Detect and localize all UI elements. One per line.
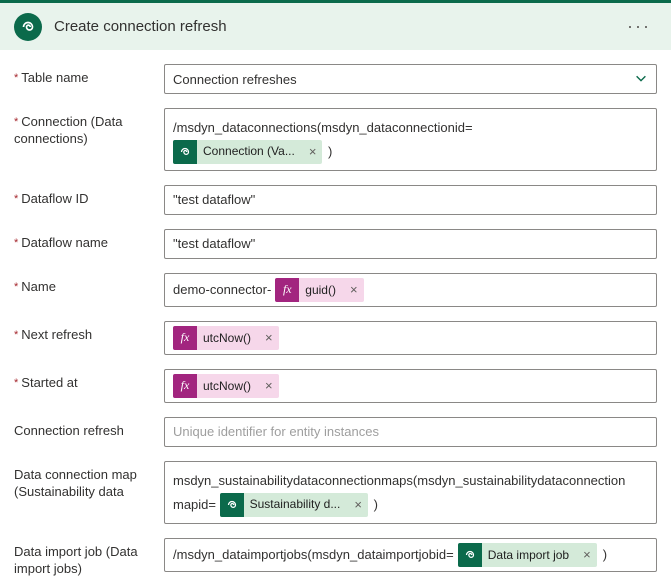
guid-expression-token[interactable]: fx guid() × <box>275 278 363 302</box>
utcnow-expression-token[interactable]: fx utcNow() × <box>173 374 279 398</box>
label-started-at: Started at <box>14 369 164 392</box>
dataflow-name-input[interactable]: "test dataflow" <box>164 229 657 259</box>
form-body: Table name Connection refreshes Connecti… <box>0 50 671 577</box>
fx-icon: fx <box>275 278 299 302</box>
remove-token-button[interactable]: × <box>259 330 279 345</box>
remove-token-button[interactable]: × <box>348 493 368 516</box>
label-dataflow-id: Dataflow ID <box>14 185 164 208</box>
dataflow-name-value: "test dataflow" <box>173 236 255 251</box>
dcm-line2-prefix: mapid= <box>173 497 216 512</box>
name-prefix: demo-connector- <box>173 282 271 297</box>
next-refresh-input[interactable]: fx utcNow() × <box>164 321 657 355</box>
connection-refresh-placeholder: Unique identifier for entity instances <box>173 424 379 439</box>
label-connection-refresh: Connection refresh <box>14 417 164 440</box>
dij-suffix: ) <box>603 547 607 562</box>
label-table-name: Table name <box>14 64 164 87</box>
dcm-suffix: ) <box>374 497 378 512</box>
label-dataflow-name: Dataflow name <box>14 229 164 252</box>
fx-icon: fx <box>173 326 197 350</box>
connection-input[interactable]: /msdyn_dataconnections(msdyn_dataconnect… <box>164 108 657 171</box>
connection-token-label: Connection (Va... <box>197 141 303 163</box>
chevron-down-icon <box>634 71 648 88</box>
fx-icon: fx <box>173 374 197 398</box>
data-connection-map-input[interactable]: msdyn_sustainabilitydataconnectionmaps(m… <box>164 461 657 524</box>
table-name-value: Connection refreshes <box>173 72 297 87</box>
label-data-connection-map: Data connection map (Sustainability data <box>14 461 164 501</box>
dcm-line1: msdyn_sustainabilitydataconnectionmaps(m… <box>173 473 625 488</box>
panel-header: Create connection refresh ··· <box>0 0 671 50</box>
remove-token-button[interactable]: × <box>577 547 597 562</box>
spiral-icon <box>458 543 482 567</box>
remove-token-button[interactable]: × <box>259 378 279 393</box>
connection-refresh-input[interactable]: Unique identifier for entity instances <box>164 417 657 447</box>
data-import-job-token[interactable]: Data import job × <box>458 543 597 567</box>
label-name: Name <box>14 273 164 296</box>
label-connection: Connection (Data connections) <box>14 108 164 148</box>
spiral-icon <box>173 140 197 164</box>
utcnow-token-label: utcNow() <box>197 331 259 345</box>
guid-token-label: guid() <box>299 283 344 297</box>
more-menu-button[interactable]: ··· <box>621 12 657 41</box>
label-next-refresh: Next refresh <box>14 321 164 344</box>
connection-suffix: ) <box>328 144 332 159</box>
label-data-import-job: Data import job (Data import jobs) <box>14 538 164 577</box>
dij-prefix: /msdyn_dataimportjobs(msdyn_dataimportjo… <box>173 547 454 562</box>
sustainability-token[interactable]: Sustainability d... × <box>220 493 368 517</box>
name-input[interactable]: demo-connector- fx guid() × <box>164 273 657 307</box>
started-at-input[interactable]: fx utcNow() × <box>164 369 657 403</box>
utcnow-expression-token[interactable]: fx utcNow() × <box>173 326 279 350</box>
remove-token-button[interactable]: × <box>344 282 364 297</box>
data-import-job-input[interactable]: /msdyn_dataimportjobs(msdyn_dataimportjo… <box>164 538 657 572</box>
utcnow-token-label: utcNow() <box>197 379 259 393</box>
data-import-job-token-label: Data import job <box>482 548 577 562</box>
dataflow-id-input[interactable]: "test dataflow" <box>164 185 657 215</box>
connection-prefix: /msdyn_dataconnections(msdyn_dataconnect… <box>173 120 473 135</box>
remove-token-button[interactable]: × <box>303 140 323 163</box>
connection-token[interactable]: Connection (Va... × <box>173 140 322 164</box>
sustainability-token-label: Sustainability d... <box>244 494 349 516</box>
connector-logo <box>14 13 42 41</box>
panel-title: Create connection refresh <box>54 18 621 35</box>
spiral-icon <box>220 493 244 517</box>
dataflow-id-value: "test dataflow" <box>173 192 255 207</box>
table-name-select[interactable]: Connection refreshes <box>164 64 657 94</box>
